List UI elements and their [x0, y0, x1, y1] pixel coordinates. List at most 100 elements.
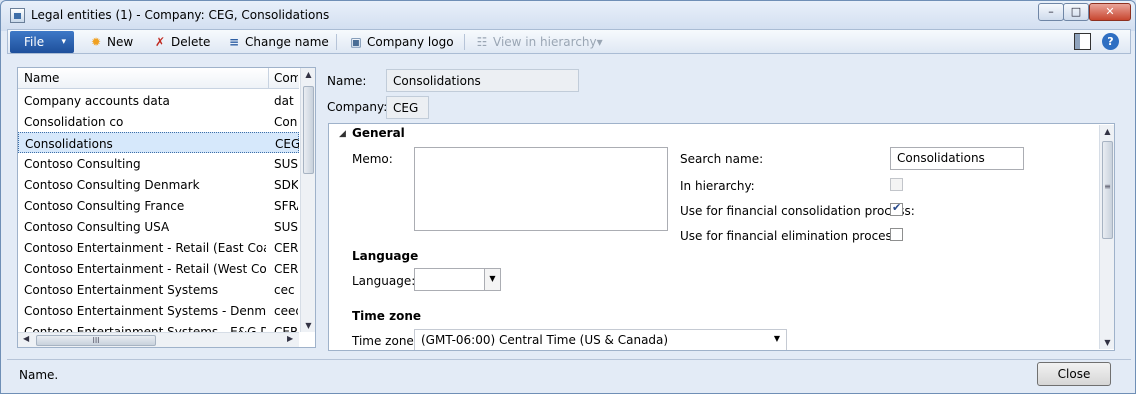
- table-row[interactable]: Contoso Entertainment - Retail (West Coa…: [18, 258, 299, 279]
- table-row[interactable]: Contoso Entertainment Systems - E&G Divi…: [18, 321, 299, 332]
- close-window-button[interactable]: ✕: [1089, 3, 1131, 21]
- chevron-down-icon[interactable]: ▼: [484, 269, 500, 290]
- consolidation-label: Use for financial consolidation process:: [680, 204, 915, 218]
- scroll-thumb[interactable]: [303, 86, 314, 174]
- table-row[interactable]: Consolidations CEG: [18, 132, 299, 153]
- name-label: Name:: [327, 74, 367, 88]
- new-button[interactable]: ✹ New: [88, 33, 133, 51]
- row-name-cell: Contoso Consulting USA: [24, 220, 170, 234]
- language-label: Language:: [352, 274, 416, 288]
- close-button[interactable]: Close: [1037, 362, 1111, 386]
- row-company-cell: SFRA: [274, 199, 298, 213]
- legal-entity-grid: Name Company Company accounts data dat Con…: [17, 67, 316, 348]
- app-icon: [10, 8, 25, 23]
- table-row[interactable]: Consolidation co Con: [18, 111, 299, 132]
- details-scrollbar[interactable]: ▲ ≡ ▼: [1099, 125, 1114, 349]
- chevron-down-icon[interactable]: ▼: [774, 334, 780, 343]
- change-name-button[interactable]: ≡ Change name: [226, 33, 329, 51]
- action-pane: File ▾ ✹ New ✗ Delete ≡ Change name ▣ Compan…: [7, 29, 1131, 54]
- scroll-up-icon[interactable]: ▲: [301, 70, 316, 79]
- toolbar-separator: [336, 34, 337, 50]
- company-logo-button[interactable]: ▣ Company logo: [348, 33, 454, 51]
- file-menu-button[interactable]: File ▾: [10, 31, 74, 53]
- row-name-cell: Consolidation co: [24, 115, 124, 129]
- search-name-label: Search name:: [680, 152, 764, 166]
- delete-icon: ✗: [154, 35, 166, 49]
- company-label: Company:: [327, 100, 388, 114]
- timezone-label: Time zone:: [352, 334, 418, 348]
- row-name-cell: Contoso Entertainment Systems: [24, 283, 219, 297]
- new-icon: ✹: [90, 35, 102, 49]
- chevron-down-icon: ▾: [596, 35, 603, 49]
- delete-button[interactable]: ✗ Delete: [152, 33, 210, 51]
- help-icon[interactable]: ?: [1102, 33, 1119, 50]
- scroll-down-icon[interactable]: ▼: [301, 321, 316, 330]
- elimination-checkbox[interactable]: [890, 228, 903, 241]
- column-header-name[interactable]: Name: [24, 71, 59, 85]
- memo-label: Memo:: [352, 152, 393, 166]
- status-text: Name.: [19, 368, 59, 382]
- in-hierarchy-checkbox: [890, 178, 903, 191]
- company-field[interactable]: CEG: [386, 96, 429, 119]
- toolbar-separator: [464, 34, 465, 50]
- timezone-select[interactable]: (GMT-06:00) Central Time (US & Canada) ▼: [414, 329, 787, 350]
- table-row[interactable]: Contoso Entertainment - Retail (East Coa…: [18, 237, 299, 258]
- consolidation-checkbox[interactable]: [890, 201, 903, 216]
- row-name-cell: Contoso Consulting Denmark: [24, 178, 200, 192]
- table-row[interactable]: Contoso Consulting Denmark SDKA: [18, 174, 299, 195]
- new-button-label: New: [107, 35, 134, 49]
- status-bar: Name. Close: [7, 359, 1131, 389]
- name-field[interactable]: Consolidations: [386, 69, 579, 92]
- scroll-thumb[interactable]: III: [36, 335, 156, 346]
- scroll-up-icon[interactable]: ▲: [1100, 127, 1115, 136]
- vertical-scrollbar[interactable]: ▲ ▼: [300, 68, 315, 332]
- row-company-cell: dat: [274, 94, 294, 108]
- row-name-cell: Contoso Consulting: [24, 157, 141, 171]
- row-name-cell: Contoso Entertainment Systems - E&G Divi: [24, 325, 266, 332]
- grid-header: Name Company: [18, 68, 299, 89]
- row-company-cell: cec: [274, 283, 295, 297]
- maximize-button[interactable]: □: [1063, 3, 1089, 21]
- row-name-cell: Contoso Entertainment - Retail (West Coa…: [24, 262, 266, 276]
- table-row[interactable]: Company accounts data dat: [18, 90, 299, 111]
- scroll-down-icon[interactable]: ▼: [1100, 338, 1115, 347]
- horizontal-scrollbar[interactable]: ◀ III ▶: [18, 332, 299, 347]
- file-menu-label: File: [24, 35, 45, 49]
- scroll-left-icon[interactable]: ◀: [23, 334, 29, 343]
- row-company-cell: CEG: [275, 137, 299, 151]
- rename-icon: ≡: [228, 35, 240, 49]
- table-row[interactable]: Contoso Consulting France SFRA: [18, 195, 299, 216]
- scroll-thumb[interactable]: ≡: [1102, 141, 1113, 239]
- elimination-label: Use for financial elimination process:: [680, 229, 903, 243]
- search-name-field[interactable]: Consolidations: [890, 147, 1024, 170]
- column-header-company[interactable]: Company: [274, 71, 298, 85]
- row-name-cell: Contoso Consulting France: [24, 199, 185, 213]
- hierarchy-icon: ☷: [476, 35, 488, 49]
- in-hierarchy-label: In hierarchy:: [680, 179, 755, 193]
- table-row[interactable]: Contoso Consulting SUSA: [18, 153, 299, 174]
- row-company-cell: ceed: [274, 304, 298, 318]
- view-in-hierarchy-label: View in hierarchy: [493, 35, 597, 49]
- window-title: Legal entities (1) - Company: CEG, Conso…: [31, 8, 330, 22]
- row-company-cell: CERE: [274, 241, 298, 255]
- collapse-triangle-icon[interactable]: ◢: [339, 129, 346, 139]
- scroll-right-icon[interactable]: ▶: [287, 334, 293, 343]
- minimize-button[interactable]: –: [1038, 3, 1064, 21]
- company-logo-label: Company logo: [367, 35, 454, 49]
- section-general-title[interactable]: General: [352, 126, 405, 140]
- memo-textarea[interactable]: [414, 147, 668, 231]
- delete-button-label: Delete: [171, 35, 211, 49]
- table-row[interactable]: Contoso Entertainment Systems cec: [18, 279, 299, 300]
- row-company-cell: CERW: [274, 262, 298, 276]
- layout-toggle-icon[interactable]: [1074, 33, 1091, 50]
- title-bar: Legal entities (1) - Company: CEG, Conso…: [1, 1, 1135, 31]
- row-company-cell: SUSA: [274, 157, 298, 171]
- table-row[interactable]: Contoso Entertainment Systems - Denmark c…: [18, 300, 299, 321]
- row-name-cell: Contoso Entertainment Systems - Denmark: [24, 304, 266, 318]
- row-company-cell: Con: [274, 115, 298, 129]
- row-company-cell: CERE: [274, 325, 298, 332]
- language-select[interactable]: ▼: [414, 268, 501, 291]
- column-divider[interactable]: [268, 68, 269, 89]
- section-language-title: Language: [352, 249, 419, 263]
- table-row[interactable]: Contoso Consulting USA SUSE: [18, 216, 299, 237]
